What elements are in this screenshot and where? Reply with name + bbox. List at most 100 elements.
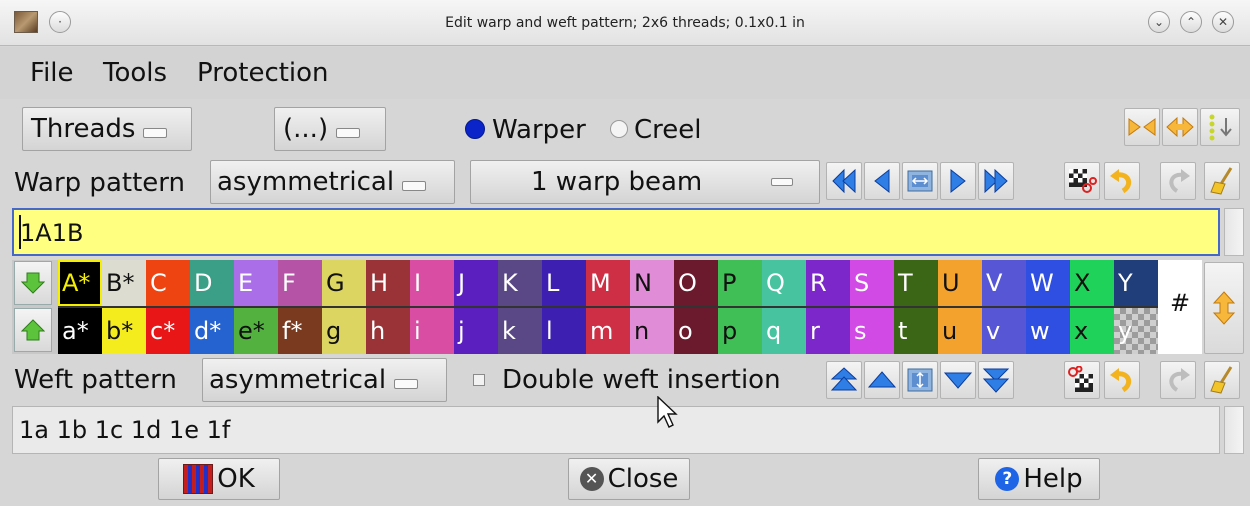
lower-swatch[interactable]: w bbox=[1026, 308, 1070, 354]
lower-swatch[interactable]: r bbox=[806, 308, 850, 354]
undo-weft-icon[interactable] bbox=[1104, 361, 1140, 399]
upper-swatch[interactable]: N bbox=[630, 260, 674, 306]
upper-swatch[interactable]: S bbox=[850, 260, 894, 306]
lower-swatch[interactable]: n bbox=[630, 308, 674, 354]
creel-radio[interactable] bbox=[610, 120, 628, 138]
maximize-button[interactable]: ⌃ bbox=[1180, 11, 1202, 33]
warper-label[interactable]: Warper bbox=[492, 110, 586, 150]
lower-swatch[interactable]: p bbox=[718, 308, 762, 354]
lower-swatch[interactable]: v bbox=[982, 308, 1026, 354]
center-warp-icon[interactable] bbox=[902, 162, 938, 200]
upper-swatch[interactable]: Y bbox=[1114, 260, 1158, 306]
lower-swatch[interactable]: t bbox=[894, 308, 938, 354]
lower-swatch[interactable]: k bbox=[498, 308, 542, 354]
prev-weft-icon[interactable] bbox=[864, 361, 900, 399]
ok-button[interactable]: OK bbox=[158, 458, 280, 500]
help-button[interactable]: ? Help bbox=[978, 458, 1100, 500]
upper-swatch[interactable]: V bbox=[982, 260, 1026, 306]
warper-radio[interactable] bbox=[465, 119, 485, 139]
lower-swatch[interactable]: h bbox=[366, 308, 410, 354]
upper-swatch[interactable]: F bbox=[278, 260, 322, 306]
first-warp-icon[interactable] bbox=[826, 162, 862, 200]
upper-swatch[interactable]: H bbox=[366, 260, 410, 306]
next-weft-icon[interactable] bbox=[940, 361, 976, 399]
swap-rows-icon[interactable] bbox=[1204, 262, 1244, 354]
threads-dropdown[interactable]: Threads bbox=[22, 107, 192, 151]
move-down-button[interactable] bbox=[14, 261, 52, 305]
expand-icon[interactable] bbox=[1162, 108, 1198, 146]
clear-warp-icon[interactable] bbox=[1204, 162, 1240, 200]
upper-swatch[interactable]: E bbox=[234, 260, 278, 306]
lower-swatch[interactable]: q bbox=[762, 308, 806, 354]
lower-swatch[interactable]: b* bbox=[102, 308, 146, 354]
upper-swatch[interactable]: K bbox=[498, 260, 542, 306]
lower-swatch[interactable]: o bbox=[674, 308, 718, 354]
lower-swatch[interactable]: j bbox=[454, 308, 498, 354]
upper-swatch[interactable]: T bbox=[894, 260, 938, 306]
lower-swatch[interactable]: m bbox=[586, 308, 630, 354]
upper-swatch[interactable]: X bbox=[1070, 260, 1114, 306]
move-up-button[interactable] bbox=[14, 308, 52, 352]
menu-file[interactable]: File bbox=[30, 47, 74, 99]
upper-swatch[interactable]: G bbox=[322, 260, 366, 306]
lower-swatch[interactable]: c* bbox=[146, 308, 190, 354]
next-warp-icon[interactable] bbox=[940, 162, 976, 200]
lower-swatch[interactable]: i bbox=[410, 308, 454, 354]
lower-swatch[interactable]: g bbox=[322, 308, 366, 354]
help-label: Help bbox=[1023, 464, 1083, 494]
upper-swatch[interactable]: B* bbox=[102, 260, 146, 306]
upper-swatch[interactable]: C bbox=[146, 260, 190, 306]
lower-swatch[interactable]: e* bbox=[234, 308, 278, 354]
lower-swatch[interactable]: y bbox=[1114, 308, 1158, 354]
menu-tools[interactable]: Tools bbox=[103, 47, 167, 99]
lower-swatch[interactable]: s bbox=[850, 308, 894, 354]
upper-swatch[interactable]: O bbox=[674, 260, 718, 306]
more-options-dropdown[interactable]: (...) bbox=[274, 107, 386, 151]
close-window-button[interactable]: ✕ bbox=[1212, 11, 1234, 33]
warp-symmetry-dropdown[interactable]: asymmetrical bbox=[210, 160, 455, 204]
upper-swatch[interactable]: M bbox=[586, 260, 630, 306]
weft-scrollbar[interactable] bbox=[1224, 406, 1244, 454]
lower-swatch[interactable]: x bbox=[1070, 308, 1114, 354]
warp-scrollbar[interactable] bbox=[1224, 208, 1244, 256]
lower-swatch[interactable]: a* bbox=[58, 308, 102, 354]
lower-swatch[interactable]: l bbox=[542, 308, 586, 354]
upper-swatch[interactable]: U bbox=[938, 260, 982, 306]
upper-swatch[interactable]: A* bbox=[58, 260, 102, 306]
upper-swatch[interactable]: I bbox=[410, 260, 454, 306]
window-title: Edit warp and weft pattern; 2x6 threads;… bbox=[445, 15, 805, 31]
weft-symmetry-label: asymmetrical bbox=[209, 365, 387, 395]
close-button[interactable]: ✕ Close bbox=[568, 458, 690, 500]
compress-icon[interactable] bbox=[1124, 108, 1160, 146]
double-weft-checkbox[interactable] bbox=[473, 374, 485, 386]
undo-warp-icon[interactable] bbox=[1104, 162, 1140, 200]
cut-weft-icon[interactable] bbox=[1064, 361, 1100, 399]
close-label: Close bbox=[607, 464, 679, 494]
lower-swatch[interactable]: u bbox=[938, 308, 982, 354]
first-weft-icon[interactable] bbox=[826, 361, 862, 399]
thread-down-icon[interactable] bbox=[1200, 108, 1240, 146]
upper-swatch[interactable]: D bbox=[190, 260, 234, 306]
last-warp-icon[interactable] bbox=[978, 162, 1014, 200]
lower-swatch[interactable]: d* bbox=[190, 308, 234, 354]
creel-label[interactable]: Creel bbox=[634, 110, 702, 150]
lower-swatch[interactable]: f* bbox=[278, 308, 322, 354]
upper-swatch[interactable]: W bbox=[1026, 260, 1070, 306]
double-weft-label[interactable]: Double weft insertion bbox=[502, 358, 781, 402]
weft-symmetry-dropdown[interactable]: asymmetrical bbox=[202, 358, 447, 402]
upper-swatch[interactable]: J bbox=[454, 260, 498, 306]
warp-beam-dropdown[interactable]: 1 warp beam bbox=[470, 160, 820, 204]
last-weft-icon[interactable] bbox=[978, 361, 1014, 399]
weft-pattern-input[interactable]: 1a 1b 1c 1d 1e 1f bbox=[12, 406, 1220, 454]
menu-protection[interactable]: Protection bbox=[197, 47, 329, 99]
minimize-button[interactable]: ⌄ bbox=[1148, 11, 1170, 33]
upper-swatch[interactable]: R bbox=[806, 260, 850, 306]
cut-warp-icon[interactable] bbox=[1064, 162, 1100, 200]
center-weft-icon[interactable] bbox=[902, 361, 938, 399]
warp-pattern-input[interactable]: 1A1B bbox=[12, 208, 1220, 256]
upper-swatch[interactable]: L bbox=[542, 260, 586, 306]
prev-warp-icon[interactable] bbox=[864, 162, 900, 200]
clear-weft-icon[interactable] bbox=[1204, 361, 1240, 399]
upper-swatch[interactable]: Q bbox=[762, 260, 806, 306]
upper-swatch[interactable]: P bbox=[718, 260, 762, 306]
